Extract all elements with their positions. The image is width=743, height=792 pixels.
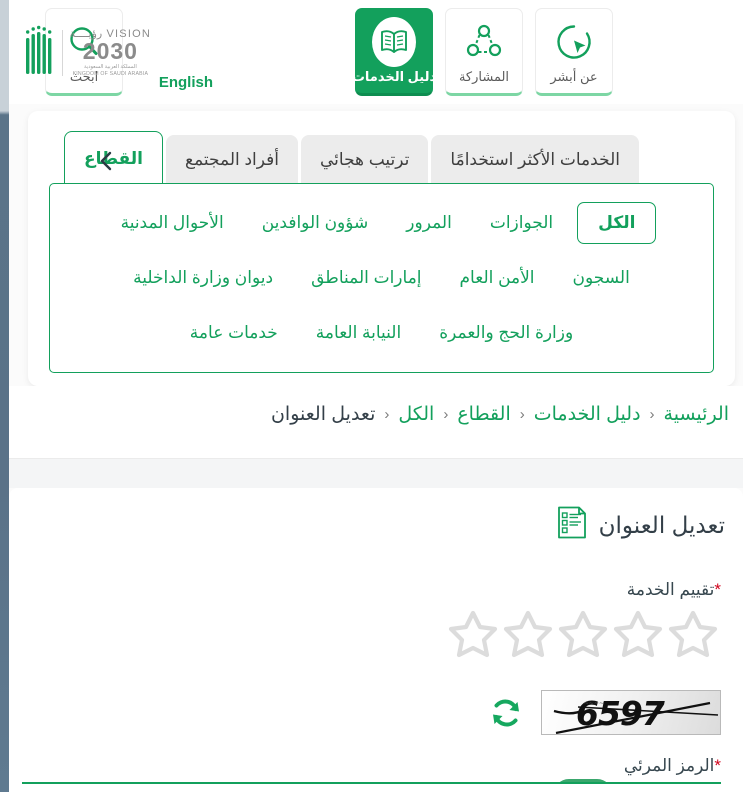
captcha-image: 6597 ~~~~	[541, 690, 721, 735]
rating-star-4[interactable]	[502, 608, 554, 663]
nav-services-guide-label: دليل الخدمات	[351, 69, 437, 84]
svg-text:~~~~: ~~~~	[584, 700, 604, 707]
tab-community-members[interactable]: أفراد المجتمع	[166, 135, 298, 185]
rating-star-1[interactable]	[667, 608, 719, 663]
sector-public-security[interactable]: الأمن العام	[446, 262, 549, 294]
rating-star-3[interactable]	[557, 608, 609, 663]
sector-hajj-umrah-ministry[interactable]: وزارة الحج والعمرة	[425, 317, 587, 349]
sector-filter-panel: الكل الجوازات المرور شؤون الوافدين الأحو…	[49, 183, 714, 373]
sector-public-prosecution[interactable]: النيابة العامة	[302, 317, 415, 349]
vision-kingdom-en: KINGDOM OF SAUDI ARABIA	[72, 71, 149, 77]
vision-kingdom-ar: المملكة العربية السعودية	[83, 63, 137, 70]
sector-prisons[interactable]: السجون	[559, 262, 644, 294]
captcha-field-label: *الرمز المرئي	[624, 756, 725, 776]
moi-palm-icon	[25, 24, 55, 83]
chevron-left-icon[interactable]	[96, 149, 118, 173]
breadcrumb-item-current: تعديل العنوان	[270, 404, 376, 425]
rating-star-5[interactable]	[447, 608, 499, 663]
page-title: تعديل العنوان	[598, 511, 725, 538]
vision-2030-logo: VISION رؤيــــة 2030 المملكة العربية الس…	[21, 22, 151, 84]
vision-year: 2030	[82, 37, 138, 64]
sector-all[interactable]: الكل	[577, 201, 657, 244]
logo-divider	[61, 30, 63, 76]
book-icon	[372, 17, 416, 67]
left-edge-strip	[0, 0, 9, 792]
rating-field-label: *تقييم الخدمة	[627, 580, 725, 600]
breadcrumb-item-all[interactable]: الكل	[398, 403, 434, 426]
tab-most-used-services-label: الخدمات الأكثر استخدامًا	[450, 150, 620, 169]
section-divider	[9, 458, 743, 488]
captcha-input[interactable]	[22, 782, 721, 792]
tab-alphabetical[interactable]: ترتيب هجائي	[300, 135, 429, 185]
nav-services-guide-card[interactable]: دليل الخدمات	[351, 8, 437, 96]
captcha-label-text: الرمز المرئي	[623, 756, 715, 775]
breadcrumb-item-sector[interactable]: القطاع	[457, 403, 510, 426]
tab-alphabetical-label: ترتيب هجائي	[319, 150, 410, 169]
sector-row-1: الكل الجوازات المرور شؤون الوافدين الأحو…	[60, 198, 703, 247]
refresh-icon[interactable]	[489, 696, 523, 730]
nav-about-absher-label: عن أبشر	[550, 69, 598, 84]
category-tabs: القطاع أفراد المجتمع ترتيب هجائي الخدمات…	[64, 131, 735, 185]
page-root: ابحث دليل الخدمات المشاركة عن أبشر Engli…	[0, 0, 743, 792]
breadcrumb-separator: ‹	[384, 406, 390, 423]
nav-participation-label: المشاركة	[458, 69, 510, 84]
services-filter-card: القطاع أفراد المجتمع ترتيب هجائي الخدمات…	[28, 111, 735, 386]
rating-star-2[interactable]	[612, 608, 664, 663]
breadcrumb-item-services-guide[interactable]: دليل الخدمات	[534, 403, 641, 426]
breadcrumb: الرئيسية ‹ دليل الخدمات ‹ القطاع ‹ الكل …	[271, 403, 729, 426]
breadcrumb-separator: ‹	[443, 406, 449, 423]
breadcrumb-item-home[interactable]: الرئيسية	[664, 403, 729, 426]
cursor-circle-icon	[555, 22, 593, 62]
language-toggle-link[interactable]: English	[159, 74, 213, 91]
page-title-row: تعديل العنوان	[557, 506, 725, 544]
sector-civil-affairs[interactable]: الأحوال المدنية	[107, 207, 238, 239]
captcha-row: 6597 ~~~~	[489, 690, 721, 735]
sector-row-3: وزارة الحج والعمرة النيابة العامة خدمات …	[60, 309, 703, 358]
sector-regional-emirates[interactable]: إمارات المناطق	[297, 262, 435, 294]
rating-required-mark: *	[714, 580, 721, 599]
sector-expatriate-affairs[interactable]: شؤون الوافدين	[248, 207, 383, 239]
rating-label-text: تقييم الخدمة	[626, 580, 715, 599]
sector-general-services[interactable]: خدمات عامة	[176, 317, 292, 349]
document-checklist-icon	[557, 506, 587, 544]
breadcrumb-band: الرئيسية ‹ دليل الخدمات ‹ القطاع ‹ الكل …	[9, 386, 743, 458]
tab-community-members-label: أفراد المجتمع	[185, 150, 279, 169]
rating-stars[interactable]	[447, 608, 719, 663]
sector-row-2: السجون الأمن العام إمارات المناطق ديوان …	[60, 253, 703, 302]
share-icon	[465, 22, 503, 62]
sector-passports[interactable]: الجوازات	[476, 207, 567, 239]
breadcrumb-separator: ‹	[649, 406, 655, 423]
nav-about-absher-card[interactable]: عن أبشر	[535, 8, 613, 96]
captcha-required-mark: *	[714, 756, 721, 775]
site-header: ابحث دليل الخدمات المشاركة عن أبشر Engli…	[9, 0, 743, 104]
nav-participation-card[interactable]: المشاركة	[445, 8, 523, 96]
tab-most-used-services[interactable]: الخدمات الأكثر استخدامًا	[431, 135, 639, 185]
vision-logo-text: VISION رؤيــــة 2030 المملكة العربية الس…	[70, 28, 151, 77]
breadcrumb-separator: ‹	[519, 406, 525, 423]
sector-moi-diwan[interactable]: ديوان وزارة الداخلية	[119, 262, 287, 294]
sector-traffic[interactable]: المرور	[392, 207, 466, 239]
